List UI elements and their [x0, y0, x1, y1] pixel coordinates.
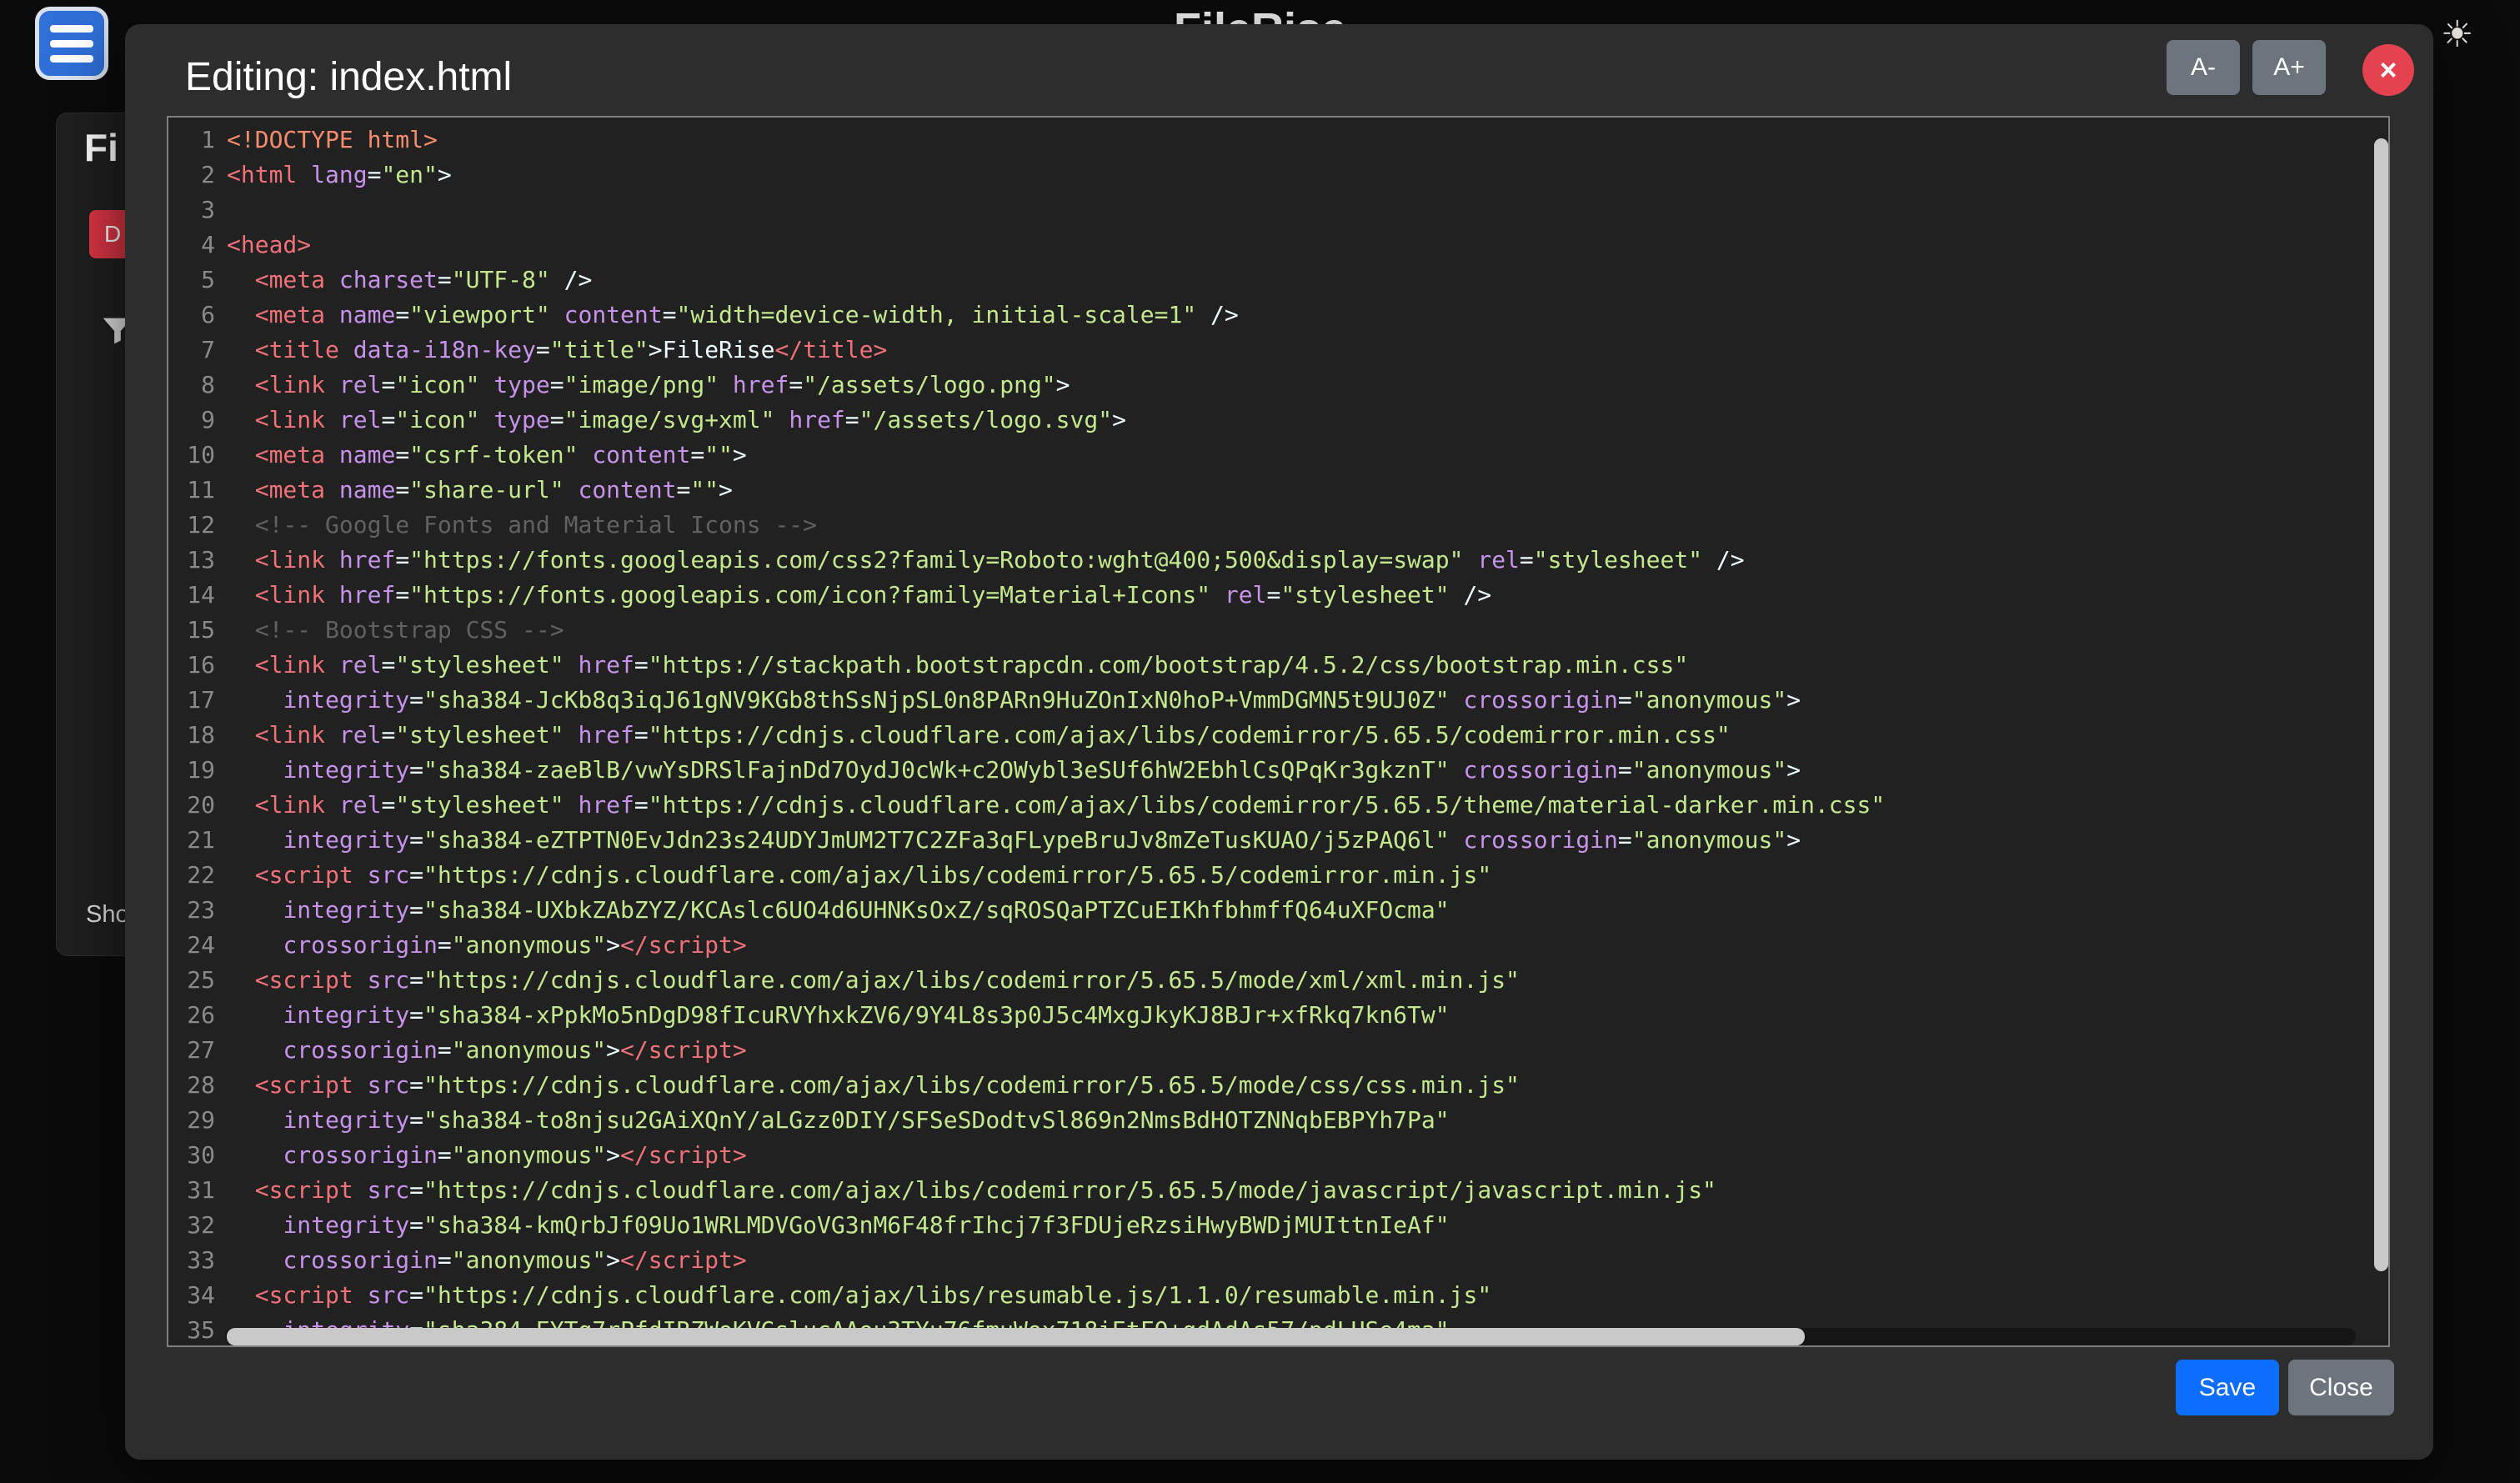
horizontal-scrollbar[interactable] [227, 1328, 1805, 1345]
line-number: 14 [168, 578, 215, 613]
code-line[interactable]: <!-- Bootstrap CSS --> [227, 613, 2388, 648]
line-number: 5 [168, 263, 215, 298]
code-line[interactable]: crossorigin="anonymous"></script> [227, 1243, 2388, 1278]
code-line[interactable]: <title data-i18n-key="title">FileRise</t… [227, 333, 2388, 368]
code-line[interactable]: <meta name="share-url" content=""> [227, 473, 2388, 508]
code-line[interactable]: <meta name="csrf-token" content=""> [227, 438, 2388, 473]
code-line[interactable]: integrity="sha384-JcKb8q3iqJ61gNV9KGb8th… [227, 683, 2388, 718]
line-number: 34 [168, 1278, 215, 1313]
code-line[interactable]: <!DOCTYPE html> [227, 123, 2388, 158]
sidebar-heading: Fi [84, 125, 118, 170]
code-line[interactable]: <script src="https://cdnjs.cloudflare.co… [227, 1068, 2388, 1103]
line-number: 13 [168, 543, 215, 578]
line-number: 3 [168, 193, 215, 228]
line-number: 25 [168, 963, 215, 998]
code-line[interactable]: <head> [227, 228, 2388, 263]
code-editor[interactable]: 1234567891011121314151617181920212223242… [167, 116, 2390, 1347]
line-number: 21 [168, 823, 215, 858]
code-line[interactable]: <link rel="stylesheet" href="https://sta… [227, 648, 2388, 683]
line-number: 30 [168, 1138, 215, 1173]
code-line[interactable]: <meta charset="UTF-8" /> [227, 263, 2388, 298]
line-number: 2 [168, 158, 215, 193]
vertical-scrollbar[interactable] [2374, 138, 2388, 1271]
close-button[interactable]: Close [2288, 1360, 2394, 1415]
editor-gutter: 1234567891011121314151617181920212223242… [168, 118, 225, 1345]
line-number: 20 [168, 788, 215, 823]
code-line[interactable]: integrity="sha384-zaeBlB/vwYsDRSlFajnDd7… [227, 753, 2388, 788]
logo-bar [50, 55, 93, 63]
line-number: 10 [168, 438, 215, 473]
code-line[interactable]: <link rel="icon" type="image/svg+xml" hr… [227, 403, 2388, 438]
line-number: 32 [168, 1208, 215, 1243]
editor-code[interactable]: <!DOCTYPE html><html lang="en"> <head> <m… [225, 118, 2388, 1345]
code-line[interactable]: crossorigin="anonymous"></script> [227, 928, 2388, 963]
app-logo[interactable] [35, 7, 108, 80]
code-line[interactable]: crossorigin="anonymous"></script> [227, 1033, 2388, 1068]
logo-bar [50, 25, 93, 33]
line-number: 26 [168, 998, 215, 1033]
line-number: 12 [168, 508, 215, 543]
code-line[interactable]: integrity="sha384-eZTPTN0EvJdn23s24UDYJm… [227, 823, 2388, 858]
font-increase-button[interactable]: A+ [2252, 40, 2326, 95]
line-number: 1 [168, 123, 215, 158]
code-line[interactable]: <script src="https://cdnjs.cloudflare.co… [227, 963, 2388, 998]
line-number: 27 [168, 1033, 215, 1068]
code-line[interactable]: <!-- Google Fonts and Material Icons --> [227, 508, 2388, 543]
code-line[interactable]: <link href="https://fonts.googleapis.com… [227, 543, 2388, 578]
code-line[interactable]: integrity="sha384-xPpkMo5nDgD98fIcuRVYhx… [227, 998, 2388, 1033]
modal-title: Editing: index.html [185, 54, 512, 100]
code-line[interactable]: <script src="https://cdnjs.cloudflare.co… [227, 858, 2388, 893]
code-line[interactable]: <script src="https://cdnjs.cloudflare.co… [227, 1173, 2388, 1208]
line-number: 22 [168, 858, 215, 893]
code-line[interactable]: crossorigin="anonymous"></script> [227, 1138, 2388, 1173]
line-number: 6 [168, 298, 215, 333]
line-number: 9 [168, 403, 215, 438]
line-number: 16 [168, 648, 215, 683]
code-line[interactable]: <link rel="icon" type="image/png" href="… [227, 368, 2388, 403]
sidebar-footer-label: Sho [86, 901, 129, 929]
line-number: 18 [168, 718, 215, 753]
line-number: 28 [168, 1068, 215, 1103]
line-number: 15 [168, 613, 215, 648]
code-line[interactable] [227, 193, 2388, 228]
code-line[interactable]: integrity="sha384-UXbkZAbZYZ/KCAslc6UO4d… [227, 893, 2388, 928]
line-number: 24 [168, 928, 215, 963]
line-number: 35 [168, 1313, 215, 1347]
line-number: 23 [168, 893, 215, 928]
save-button[interactable]: Save [2176, 1360, 2279, 1415]
edit-file-modal: Editing: index.html A- A+ × 123456789101… [125, 24, 2433, 1460]
code-line[interactable]: integrity="sha384-kmQrbJf09Uo1WRLMDVGoVG… [227, 1208, 2388, 1243]
code-line[interactable]: <meta name="viewport" content="width=dev… [227, 298, 2388, 333]
line-number: 7 [168, 333, 215, 368]
line-number: 8 [168, 368, 215, 403]
line-number: 17 [168, 683, 215, 718]
code-line[interactable]: <script src="https://cdnjs.cloudflare.co… [227, 1278, 2388, 1313]
line-number: 11 [168, 473, 215, 508]
code-line[interactable]: <html lang="en"> [227, 158, 2388, 193]
code-line[interactable]: <link rel="stylesheet" href="https://cdn… [227, 788, 2388, 823]
line-number: 19 [168, 753, 215, 788]
line-number: 31 [168, 1173, 215, 1208]
code-line[interactable]: integrity="sha384-to8njsu2GAiXQnY/aLGzz0… [227, 1103, 2388, 1138]
line-number: 33 [168, 1243, 215, 1278]
logo-bar [50, 40, 93, 48]
code-line[interactable]: <link rel="stylesheet" href="https://cdn… [227, 718, 2388, 753]
theme-toggle-sun-icon[interactable]: ☀ [2441, 13, 2473, 56]
code-line[interactable]: <link href="https://fonts.googleapis.com… [227, 578, 2388, 613]
font-decrease-button[interactable]: A- [2167, 40, 2240, 95]
line-number: 4 [168, 228, 215, 263]
close-icon[interactable]: × [2362, 44, 2414, 96]
line-number: 29 [168, 1103, 215, 1138]
